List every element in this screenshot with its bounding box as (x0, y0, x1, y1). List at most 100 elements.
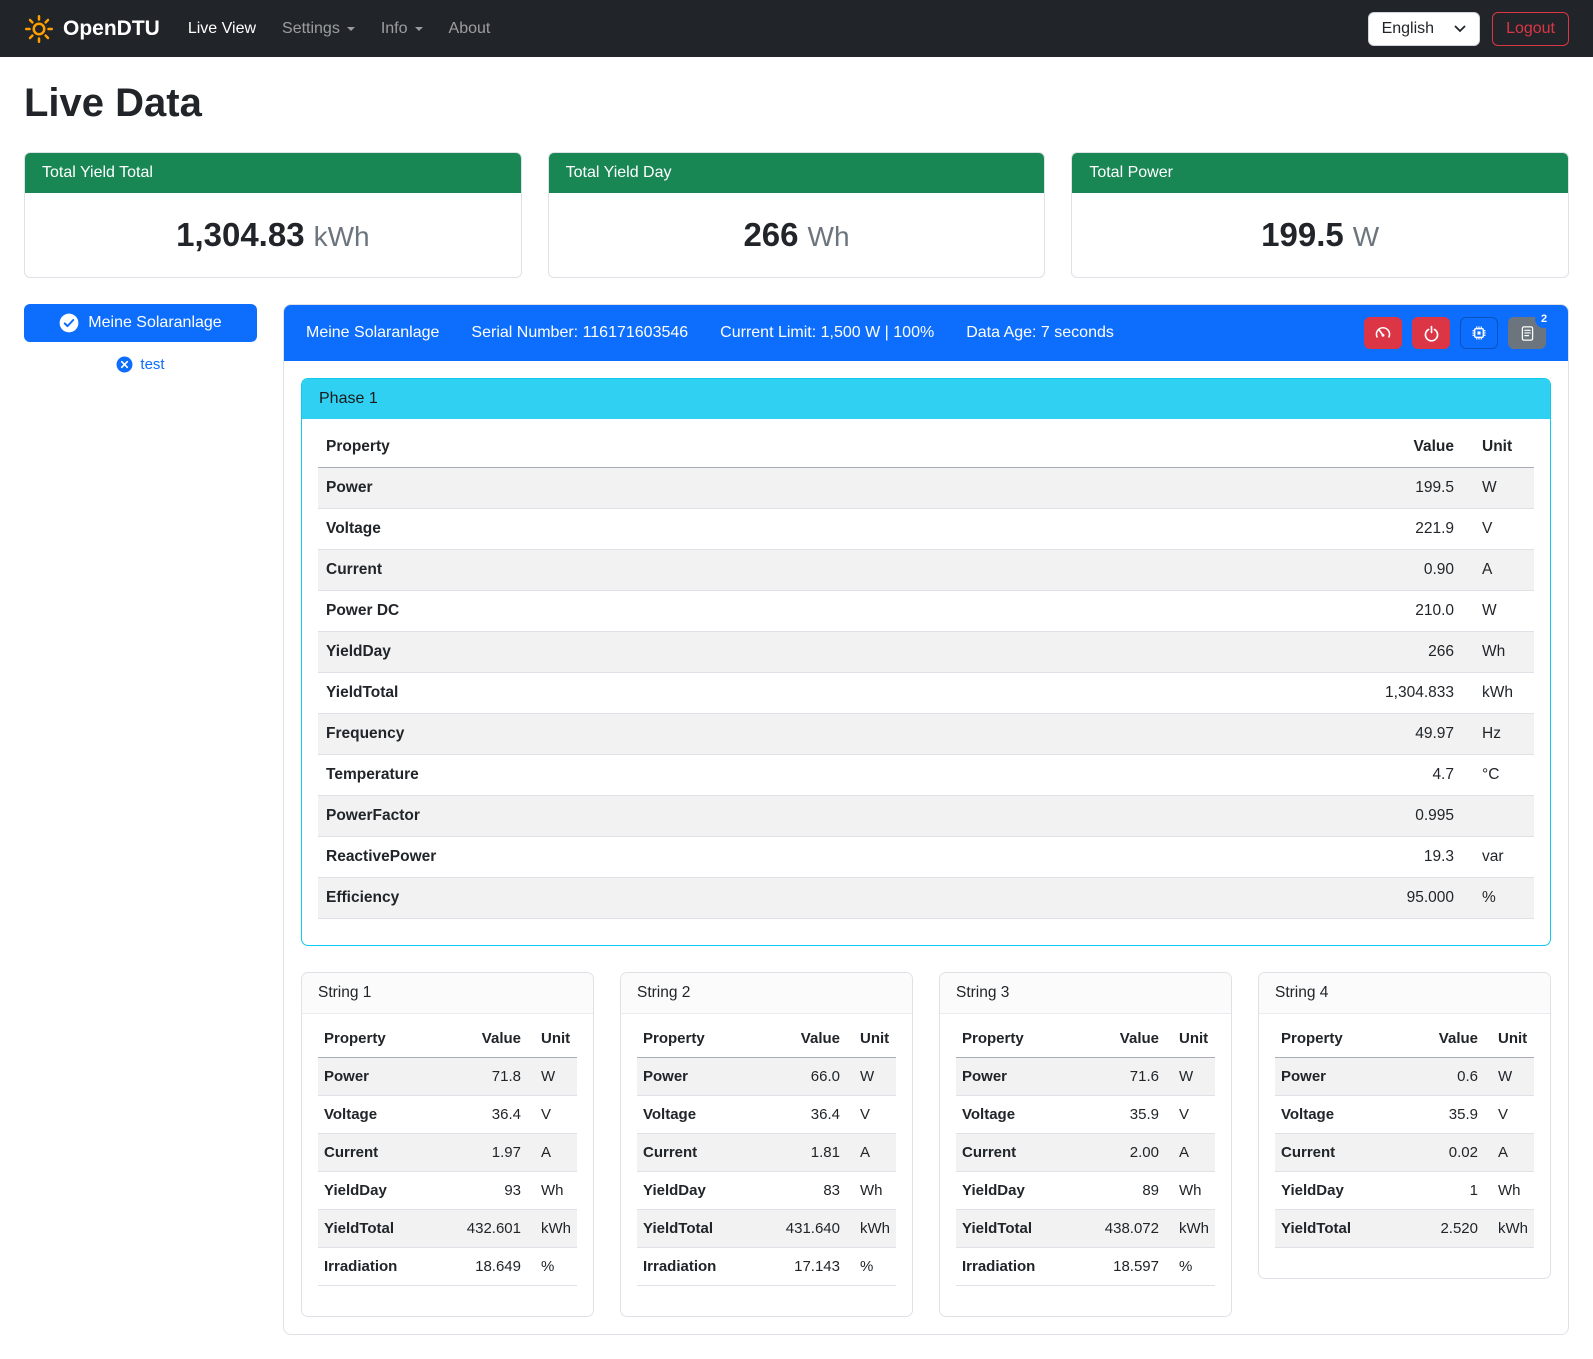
property-cell: Irradiation (318, 1248, 436, 1286)
string-card: String 3 Property Value Unit (939, 972, 1232, 1317)
inverter-panel: Meine Solaranlage Serial Number: 1161716… (283, 304, 1569, 1335)
nav-settings-dropdown[interactable]: Settings (282, 20, 355, 38)
property-cell: Voltage (1275, 1096, 1404, 1134)
property-cell: Frequency (318, 714, 1002, 755)
value-cell: 36.4 (436, 1096, 527, 1134)
chevron-down-icon (1454, 25, 1466, 33)
device-info-button[interactable] (1460, 317, 1498, 349)
value-cell: 2.00 (1074, 1134, 1165, 1172)
string-table: Property Value Unit Power 71.6 W (956, 1020, 1215, 1286)
value-cell: 0.02 (1404, 1134, 1484, 1172)
unit-cell: A (527, 1134, 577, 1172)
test-link[interactable]: test (24, 356, 257, 373)
property-cell: Power DC (318, 591, 1002, 632)
value-cell: 17.143 (755, 1248, 846, 1286)
table-row: Current 1.81 A (637, 1134, 896, 1172)
summary-card-body: 1,304.83kWh (25, 193, 521, 277)
value-cell: 2.520 (1404, 1210, 1484, 1248)
value-cell: 71.8 (436, 1058, 527, 1096)
power-toggle-button[interactable] (1412, 317, 1450, 349)
property-cell: YieldDay (637, 1172, 755, 1210)
property-cell: YieldTotal (637, 1210, 755, 1248)
table-row: YieldTotal 1,304.833 kWh (318, 673, 1534, 714)
column-header-property: Property (318, 427, 1002, 468)
table-row: Current 0.02 A (1275, 1134, 1534, 1172)
nav-about[interactable]: About (449, 20, 491, 38)
property-cell: YieldDay (318, 1172, 436, 1210)
unit-cell: kWh (846, 1210, 896, 1248)
unit-cell: A (1165, 1134, 1215, 1172)
power-icon (1423, 325, 1440, 342)
unit-cell: Wh (1462, 632, 1534, 673)
unit-cell: Hz (1462, 714, 1534, 755)
chevron-down-icon (415, 27, 423, 31)
unit-cell: kWh (1165, 1210, 1215, 1248)
table-row: Efficiency 95.000 % (318, 878, 1534, 919)
x-circle-icon (116, 356, 133, 373)
column-header-unit: Unit (1165, 1020, 1215, 1058)
value-cell: 221.9 (1002, 509, 1462, 550)
table-row: Irradiation 18.649 % (318, 1248, 577, 1286)
property-cell: ReactivePower (318, 837, 1002, 878)
table-row: Temperature 4.7 °C (318, 755, 1534, 796)
unit-cell: V (846, 1096, 896, 1134)
phase-title: Phase 1 (302, 379, 1550, 419)
inverter-data-age: Data Age: 7 seconds (966, 324, 1114, 342)
string-title: String 3 (940, 973, 1231, 1014)
value-cell: 266 (1002, 632, 1462, 673)
property-cell: Temperature (318, 755, 1002, 796)
property-cell: Voltage (637, 1096, 755, 1134)
unit-cell: Wh (1165, 1172, 1215, 1210)
value-cell: 1 (1404, 1172, 1484, 1210)
summary-card: Total Yield Day 266Wh (548, 152, 1046, 278)
value-cell: 199.5 (1002, 468, 1462, 509)
property-cell: Power (1275, 1058, 1404, 1096)
phase-table: Property Value Unit Power 199.5 W (318, 427, 1534, 919)
property-cell: Voltage (318, 1096, 436, 1134)
value-cell: 95.000 (1002, 878, 1462, 919)
property-cell: Current (637, 1134, 755, 1172)
value-cell: 438.072 (1074, 1210, 1165, 1248)
table-header-row: Property Value Unit (318, 1020, 577, 1058)
value-cell: 0.6 (1404, 1058, 1484, 1096)
inverter-panel-header: Meine Solaranlage Serial Number: 1161716… (284, 305, 1568, 361)
summary-cards: Total Yield Total 1,304.83kWh Total Yiel… (24, 152, 1569, 278)
unit-cell: % (846, 1248, 896, 1286)
table-row: Power 199.5 W (318, 468, 1534, 509)
property-cell: Current (1275, 1134, 1404, 1172)
string-card: String 4 Property Value Unit (1258, 972, 1551, 1279)
property-cell: Efficiency (318, 878, 1002, 919)
table-row: Power 0.6 W (1275, 1058, 1534, 1096)
inverter-select-button[interactable]: Meine Solaranlage (24, 304, 257, 342)
unit-cell: W (1462, 591, 1534, 632)
nav-links: Live View Settings Info About (188, 20, 491, 38)
value-cell: 18.649 (436, 1248, 527, 1286)
test-link-label: test (140, 356, 164, 373)
nav-info-dropdown[interactable]: Info (381, 20, 423, 38)
table-row: Voltage 36.4 V (637, 1096, 896, 1134)
unit-cell: A (1462, 550, 1534, 591)
value-cell: 66.0 (755, 1058, 846, 1096)
limit-settings-button[interactable] (1364, 317, 1402, 349)
column-header-unit: Unit (846, 1020, 896, 1058)
logout-button[interactable]: Logout (1492, 12, 1569, 46)
value-cell: 35.9 (1074, 1096, 1165, 1134)
event-log-button[interactable]: 2 (1508, 317, 1546, 349)
table-row: YieldDay 93 Wh (318, 1172, 577, 1210)
column-header-property: Property (1275, 1020, 1404, 1058)
summary-card-title: Total Yield Day (549, 153, 1045, 193)
value-cell: 35.9 (1404, 1096, 1484, 1134)
brand-link[interactable]: OpenDTU (24, 14, 160, 44)
summary-card: Total Power 199.5W (1071, 152, 1569, 278)
summary-card-value: 199.5 (1261, 216, 1344, 253)
property-cell: Power (956, 1058, 1074, 1096)
value-cell: 432.601 (436, 1210, 527, 1248)
language-select[interactable]: English (1368, 12, 1480, 46)
value-cell: 49.97 (1002, 714, 1462, 755)
property-cell: PowerFactor (318, 796, 1002, 837)
nav-live-view[interactable]: Live View (188, 20, 256, 38)
unit-cell: V (1462, 509, 1534, 550)
check-circle-icon (59, 313, 79, 333)
property-cell: Power (637, 1058, 755, 1096)
value-cell: 210.0 (1002, 591, 1462, 632)
